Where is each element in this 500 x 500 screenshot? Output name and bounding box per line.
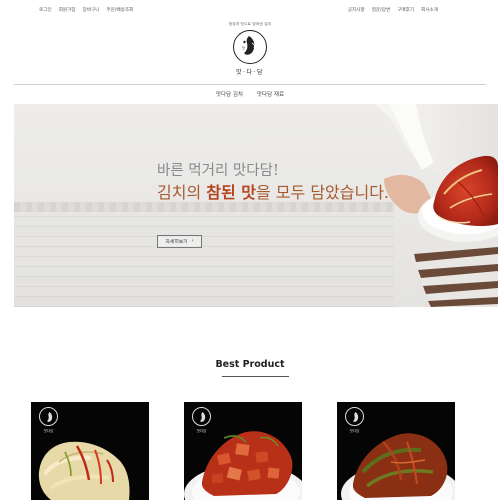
product-image-kkakdugi (184, 431, 302, 500)
logo-emblem-icon: 맛 (233, 30, 267, 64)
hero-headline-2-pre: 김치의 (157, 183, 207, 202)
hero-headline-2-post: 을 모두 담았습니다. (255, 183, 390, 202)
hero-details-button-label: 자세히보기 (165, 240, 188, 245)
site-logo[interactable]: 정성과 맛으로 빚어낸 김치 맛 맛·다·담 (227, 20, 273, 80)
login-link[interactable]: 로그인 (39, 7, 52, 13)
review-link[interactable]: 구매후기 (397, 7, 414, 13)
util-menu-left: 로그인 회원가입 장바구니 주문/배송조회 (39, 7, 133, 13)
notice-link[interactable]: 공지사항 (348, 7, 365, 13)
hero-headline-2-em: 참된 맛 (206, 183, 256, 202)
hero-headline-2: 김치의 참된 맛을 모두 담았습니다. (157, 179, 389, 203)
header-divider (14, 84, 486, 85)
product-card-yeolmu-kimchi[interactable]: 맛다담 (337, 402, 455, 500)
cart-link[interactable]: 장바구니 (83, 7, 100, 13)
signup-link[interactable]: 회원가입 (59, 7, 76, 13)
logo-slogan: 정성과 맛으로 빚어낸 김치 (228, 22, 272, 26)
nav-item-ingredients[interactable]: 맛다담 재료 (257, 90, 284, 98)
hero-headline-1: 바른 먹거리 맛다담! (157, 163, 279, 179)
product-card-baechu-kimchi[interactable]: 맛다담 (31, 402, 149, 500)
product-image-baechu-kimchi (38, 441, 130, 500)
qna-link[interactable]: 질문/답변 (372, 7, 390, 13)
logo-name: 맛·다·담 (236, 69, 264, 76)
nav-item-kimchi[interactable]: 맛다담 김치 (216, 90, 243, 98)
hero-details-button[interactable]: 자세히보기 › (157, 235, 202, 248)
hero-kimchi-plate-image (374, 104, 498, 307)
best-product-title: Best Product (215, 359, 285, 370)
product-card-kkakdugi[interactable]: 맛다담 (184, 402, 302, 500)
product-image-yeolmu-kimchi (341, 433, 455, 500)
hero-banner: 바른 먹거리 맛다담! 김치의 참된 맛을 모두 담았습니다. 자세히보기 › (14, 104, 498, 307)
order-tracking-link[interactable]: 주문/배송조회 (107, 7, 134, 13)
util-menu-right: 공지사항 질문/답변 구매후기 회사소개 (348, 7, 438, 13)
chevron-right-icon: › (191, 239, 194, 244)
main-nav: 맛다담 김치 맛다담 재료 (0, 90, 500, 98)
svg-text:맛: 맛 (242, 45, 245, 50)
best-product-underline (222, 376, 289, 377)
company-link[interactable]: 회사소개 (421, 7, 438, 13)
